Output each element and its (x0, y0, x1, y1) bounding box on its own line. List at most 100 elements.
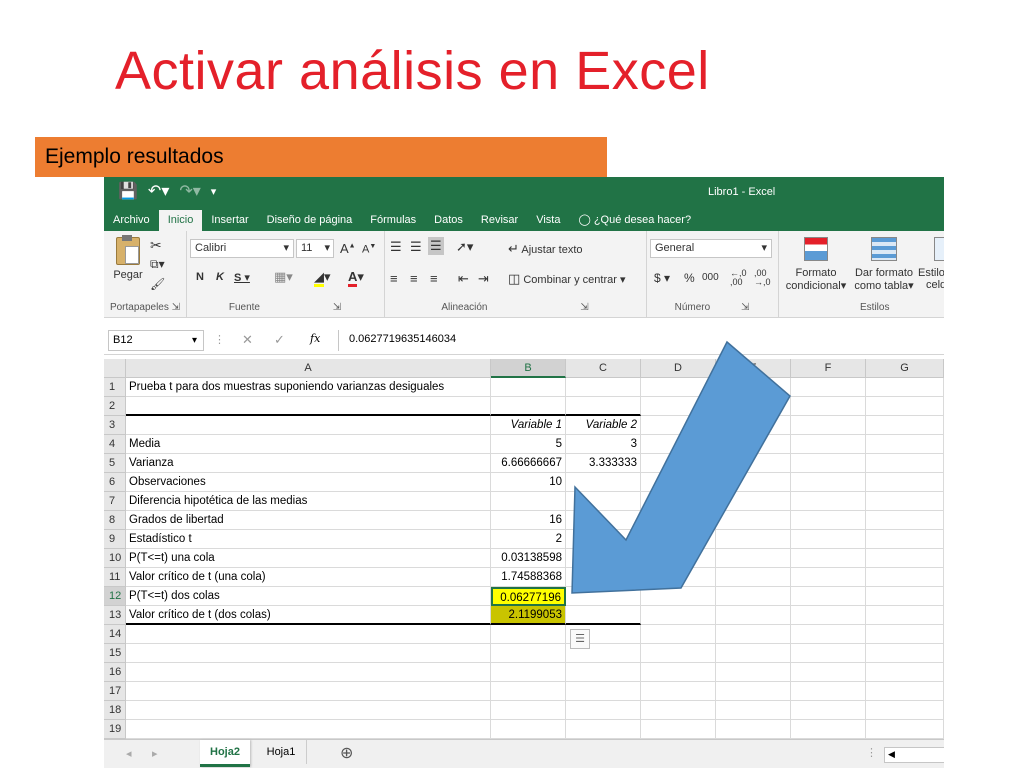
undo-icon[interactable]: ↶▾ (148, 181, 169, 201)
increase-decimal-icon[interactable]: ←,0,00 (730, 269, 747, 287)
column-header-d[interactable]: D (641, 359, 716, 378)
cell-d18[interactable] (641, 701, 716, 720)
underline-button[interactable]: S ▾ (234, 271, 250, 284)
font-color-icon[interactable]: A▾ (348, 269, 364, 287)
tab-formulas[interactable]: Fórmulas (361, 210, 425, 231)
cell-b18[interactable] (491, 701, 566, 720)
cell-b8[interactable]: 16 (491, 511, 566, 530)
cell-c18[interactable] (566, 701, 641, 720)
cell-c3[interactable]: Variable 2 (566, 416, 641, 435)
redo-icon[interactable]: ↷▾ (179, 181, 200, 201)
row-header-11[interactable]: 11 (104, 568, 126, 587)
cell-e10[interactable] (716, 549, 791, 568)
cell-e16[interactable] (716, 663, 791, 682)
cell-b16[interactable] (491, 663, 566, 682)
grow-font-icon[interactable]: A▲ (340, 241, 356, 256)
cell-f8[interactable] (791, 511, 866, 530)
cell-e7[interactable] (716, 492, 791, 511)
cut-icon[interactable]: ✂ (150, 237, 162, 254)
row-header-2[interactable]: 2 (104, 397, 126, 416)
format-painter-icon[interactable]: 🖌 (150, 277, 165, 291)
cell-f19[interactable] (791, 720, 866, 739)
cell-g10[interactable] (866, 549, 944, 568)
cell-a13[interactable]: Valor crítico de t (dos colas) (126, 606, 491, 625)
cell-b9[interactable]: 2 (491, 530, 566, 549)
cell-d5[interactable] (641, 454, 716, 473)
cell-e19[interactable] (716, 720, 791, 739)
cell-a12[interactable]: P(T<=t) dos colas (126, 587, 491, 606)
cell-e11[interactable] (716, 568, 791, 587)
cell-b13[interactable]: 2.1199053 (491, 606, 566, 625)
cell-f9[interactable] (791, 530, 866, 549)
cell-f15[interactable] (791, 644, 866, 663)
borders-icon[interactable]: ▦▾ (274, 269, 293, 285)
cell-a16[interactable] (126, 663, 491, 682)
cell-f14[interactable] (791, 625, 866, 644)
cell-d2[interactable] (641, 397, 716, 416)
cell-c4[interactable]: 3 (566, 435, 641, 454)
cell-f3[interactable] (791, 416, 866, 435)
row-header-3[interactable]: 3 (104, 416, 126, 435)
cell-b12[interactable]: 0.06277196 (491, 587, 566, 606)
row-header-17[interactable]: 17 (104, 682, 126, 701)
cell-e2[interactable] (716, 397, 791, 416)
column-header-b[interactable]: B (491, 359, 566, 378)
row-header-12[interactable]: 12 (104, 587, 126, 606)
cell-e13[interactable] (716, 606, 791, 625)
cell-a18[interactable] (126, 701, 491, 720)
cell-f13[interactable] (791, 606, 866, 625)
cell-c13[interactable] (566, 606, 641, 625)
cell-c11[interactable] (566, 568, 641, 587)
cell-f5[interactable] (791, 454, 866, 473)
cell-a6[interactable]: Observaciones (126, 473, 491, 492)
cell-d11[interactable] (641, 568, 716, 587)
format-as-table-button[interactable]: Dar formato como tabla▾ (852, 237, 916, 292)
cell-c5[interactable]: 3.333333 (566, 454, 641, 473)
scroll-left-icon[interactable]: ◂ (126, 747, 132, 760)
cell-e4[interactable] (716, 435, 791, 454)
cell-a15[interactable] (126, 644, 491, 663)
font-name-select[interactable]: Calibri ▾ (190, 239, 294, 258)
tab-inicio[interactable]: Inicio (158, 210, 203, 231)
cell-b14[interactable] (491, 625, 566, 644)
cell-e14[interactable] (716, 625, 791, 644)
row-header-7[interactable]: 7 (104, 492, 126, 511)
cell-e1[interactable] (716, 378, 791, 397)
name-box[interactable]: B12 ▾ (108, 330, 204, 351)
cell-e17[interactable] (716, 682, 791, 701)
currency-icon[interactable]: $ ▾ (654, 271, 670, 285)
cell-g9[interactable] (866, 530, 944, 549)
cell-c10[interactable] (566, 549, 641, 568)
row-header-9[interactable]: 9 (104, 530, 126, 549)
cell-d4[interactable] (641, 435, 716, 454)
cell-a19[interactable] (126, 720, 491, 739)
row-header-10[interactable]: 10 (104, 549, 126, 568)
add-sheet-icon[interactable]: ⊕ (340, 743, 353, 763)
cell-d6[interactable] (641, 473, 716, 492)
cell-b1[interactable] (491, 378, 566, 397)
cell-styles-button[interactable]: Estilo celd (918, 237, 944, 291)
align-center-icon[interactable]: ≡ (410, 271, 418, 286)
cell-b2[interactable] (491, 397, 566, 416)
cell-f10[interactable] (791, 549, 866, 568)
cell-g5[interactable] (866, 454, 944, 473)
row-header-15[interactable]: 15 (104, 644, 126, 663)
cell-g1[interactable] (866, 378, 944, 397)
cell-e8[interactable] (716, 511, 791, 530)
customize-qat-icon[interactable]: ▾ (211, 185, 217, 201)
cell-d12[interactable] (641, 587, 716, 606)
insert-function-icon[interactable]: fx (310, 332, 320, 345)
increase-indent-icon[interactable]: ⇥ (478, 271, 489, 287)
cell-d9[interactable] (641, 530, 716, 549)
copy-icon[interactable]: ⧉▾ (150, 257, 165, 272)
cell-b6[interactable]: 10 (491, 473, 566, 492)
row-header-19[interactable]: 19 (104, 720, 126, 739)
column-header-a[interactable]: A (126, 359, 491, 378)
row-header-18[interactable]: 18 (104, 701, 126, 720)
enter-icon[interactable]: ✓ (274, 332, 285, 348)
tab-archivo[interactable]: Archivo (104, 210, 159, 231)
cell-b3[interactable]: Variable 1 (491, 416, 566, 435)
quick-analysis-icon[interactable]: ☰ (570, 629, 590, 649)
save-icon[interactable]: 💾 (118, 181, 138, 201)
formula-input[interactable]: 0.0627719635146034 (338, 330, 944, 351)
